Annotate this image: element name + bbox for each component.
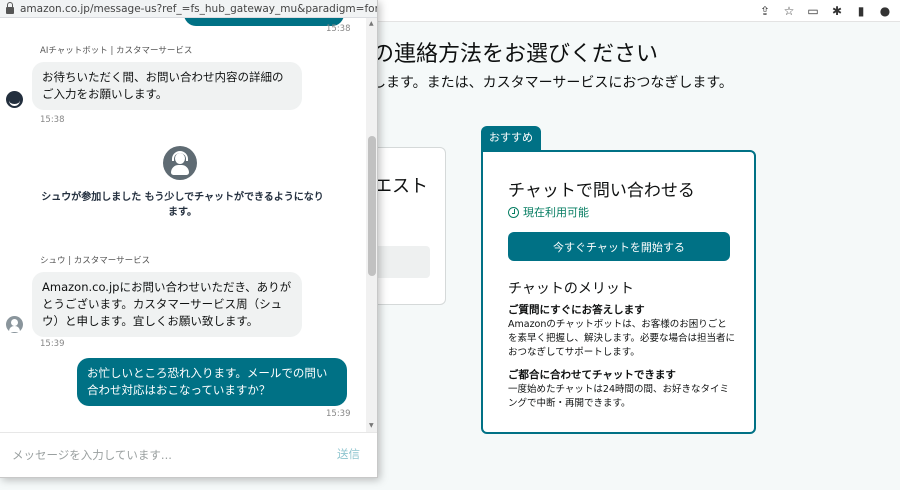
request-option-button[interactable] — [370, 246, 430, 278]
scroll-up-arrow-icon[interactable]: ▲ — [369, 20, 374, 27]
benefit-flexible-text: 一度始めたチャットは24時間の間、お好きなタイミングで中断・再開できます。 — [508, 384, 729, 409]
minimize-window-icon[interactable]: ▭ — [804, 2, 822, 20]
send-button[interactable]: 送信 — [337, 446, 360, 462]
profile-icon[interactable]: ● — [876, 2, 894, 20]
agent-sender-label: シュウ | カスタマーサービス — [40, 256, 151, 266]
benefit-instant-answers-title: ご質問にすぐにお答えします — [508, 304, 645, 316]
message-composer: 送信 — [0, 432, 377, 477]
chat-scrollbar[interactable]: ▲ ▼ — [366, 18, 377, 432]
side-panel-icon[interactable]: ▮ — [852, 2, 870, 20]
extensions-icon[interactable]: ✱ — [828, 2, 846, 20]
message-timestamp: 15:38 — [40, 115, 65, 125]
bot-sender-label: AIチャットボット | カスタマーサービス — [40, 46, 193, 56]
request-option-title: エスト — [374, 176, 428, 197]
agent-joined-notice: シュウが参加しました もう少しでチャットができるようになります。 — [41, 192, 324, 218]
agent-headset-icon — [163, 146, 197, 180]
browser-toolbar-icons: ⇪ ☆ ▭ ✱ ▮ ● — [756, 2, 894, 20]
bot-message-bubble: お待ちいただく間、お問い合わせ内容の詳細のご入力をお願いします。 — [32, 62, 302, 110]
message-timestamp: 15:39 — [326, 409, 351, 419]
benefit-instant-answers-text: Amazonのチャットボットは、お客様のお困りごとを素早く把握し、解決します。必… — [508, 319, 736, 358]
message-input[interactable] — [12, 445, 312, 465]
popup-url-text: amazon.co.jp/message-us?ref_=fs_hub_gate… — [20, 2, 378, 15]
clock-icon — [508, 206, 519, 218]
previous-user-message — [184, 18, 344, 26]
agent-message-bubble: Amazon.co.jpにお問い合わせいただき、ありがとうございます。カスタマー… — [32, 272, 302, 337]
scrollbar-thumb[interactable] — [368, 136, 376, 276]
page-subtitle: します。または、カスタマーサービスにおつなぎします。 — [372, 75, 733, 91]
user-message-bubble: お忙しいところ恐れ入ります。メールでの問い合わせ対応はおこなっていますか？ — [77, 358, 347, 406]
chat-popup-window: amazon.co.jp/message-us?ref_=fs_hub_gate… — [0, 0, 378, 478]
chat-option-title: チャットで問い合わせる — [508, 181, 695, 201]
start-chat-button[interactable]: 今すぐチャットを開始する — [508, 232, 730, 261]
lock-icon — [6, 1, 14, 14]
agent-avatar — [6, 316, 23, 333]
benefit-flexible-title: ご都合に合わせてチャットできます — [508, 369, 676, 381]
chat-benefits-heading: チャットのメリット — [508, 281, 634, 297]
popup-address-bar[interactable]: amazon.co.jp/message-us?ref_=fs_hub_gate… — [0, 0, 378, 18]
chatbot-avatar — [6, 91, 23, 108]
message-timestamp: 15:39 — [40, 339, 65, 349]
share-icon[interactable]: ⇪ — [756, 2, 774, 20]
availability-label: 現在利用可能 — [523, 206, 589, 219]
availability-status: 現在利用可能 — [508, 204, 589, 220]
chat-option-card: チャットで問い合わせる 現在利用可能 今すぐチャットを開始する チャットのメリッ… — [481, 150, 756, 434]
message-timestamp: 15:38 — [326, 24, 351, 34]
bookmark-star-icon[interactable]: ☆ — [780, 2, 798, 20]
chat-transcript[interactable]: 15:38 AIチャットボット | カスタマーサービス お待ちいただく間、お問い… — [0, 18, 366, 432]
recommended-badge: おすすめ — [481, 126, 541, 152]
page-title: の連絡方法をお選びください — [372, 42, 659, 67]
scroll-down-arrow-icon[interactable]: ▼ — [369, 422, 374, 429]
